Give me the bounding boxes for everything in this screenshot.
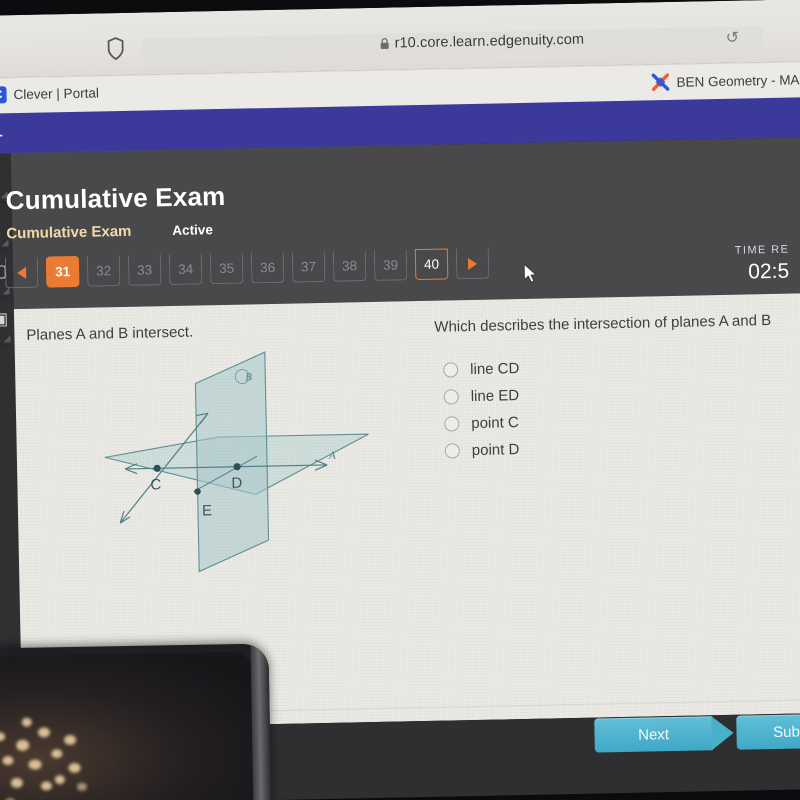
shield-icon[interactable] [106, 37, 124, 61]
time-remaining-value: 02:5 [748, 259, 790, 284]
answer-choice-list: line CD line ED point C point D [443, 355, 521, 465]
sidebar-item-notes[interactable]: ▣ [0, 297, 15, 347]
radio-button-icon[interactable] [443, 362, 459, 378]
point-label-c: C [150, 476, 161, 493]
answer-choice[interactable]: line ED [443, 382, 520, 411]
answer-choice[interactable]: point C [444, 409, 521, 438]
pager-prev-button[interactable] [4, 256, 39, 289]
corner-marker [3, 335, 11, 343]
question-pager: 31 32 33 34 35 36 37 38 39 40 [4, 247, 490, 289]
pager-page-39[interactable]: 39 [373, 249, 408, 281]
bookmark-ben-geometry[interactable]: BEN Geometry - MA311 [651, 70, 800, 91]
point-label-e: E [202, 502, 212, 519]
pager-page-36[interactable]: 36 [250, 251, 285, 284]
x-logo-icon [651, 73, 670, 91]
submit-button[interactable]: Submit [736, 713, 800, 750]
pager-page-32[interactable]: 32 [86, 255, 121, 287]
app-bar-badge: 1 [0, 123, 3, 141]
radio-button-icon[interactable] [444, 443, 460, 459]
phone-bezel [250, 643, 272, 800]
next-button[interactable]: Next [594, 716, 713, 753]
screenshot-root: r10.core.learn.edgenuity.com ↺ C Clever … [0, 0, 800, 800]
bookmark-clever[interactable]: C Clever | Portal [0, 84, 100, 104]
lock-icon [379, 37, 389, 49]
exam-status-badge: Active [172, 222, 214, 238]
pager-page-40[interactable]: 40 [414, 248, 449, 281]
pager-next-button[interactable] [455, 247, 490, 280]
triangle-right-icon [467, 257, 478, 270]
exam-header: Cumulative Exam Cumulative Exam Active T… [4, 136, 800, 310]
bookmark-label: BEN Geometry - MA311 [676, 71, 800, 90]
answer-choice-label: line ED [470, 387, 520, 406]
exam-subtitle: Cumulative Exam [6, 222, 132, 243]
question-prompt: Which describes the intersection of plan… [434, 311, 772, 336]
document-icon: ▣ [0, 309, 9, 329]
answer-choice[interactable]: point D [444, 436, 522, 465]
geometry-diagram: B A C D E [95, 342, 380, 588]
triangle-left-icon [17, 266, 27, 279]
answer-choice-label: point C [471, 414, 519, 433]
bookmark-label: Clever | Portal [13, 85, 100, 103]
pager-page-34[interactable]: 34 [168, 253, 203, 286]
next-button-arrow-icon [711, 715, 734, 751]
pager-page-37[interactable]: 37 [291, 250, 326, 283]
phone-screen-reflection [0, 651, 256, 800]
pager-page-35[interactable]: 35 [209, 252, 244, 285]
phone-foreground [0, 643, 272, 800]
pager-page-38[interactable]: 38 [332, 250, 367, 282]
answer-choice-label: line CD [470, 360, 520, 379]
answer-choice-label: point D [471, 441, 520, 460]
answer-choice[interactable]: line CD [443, 355, 520, 384]
page-title: Cumulative Exam [5, 180, 226, 216]
reload-icon[interactable]: ↺ [725, 30, 741, 47]
mouse-cursor-icon [523, 263, 539, 285]
question-stem: Planes A and B intersect. [26, 323, 194, 344]
radio-button-icon[interactable] [443, 389, 459, 405]
radio-button-icon[interactable] [444, 416, 460, 432]
pager-page-31[interactable]: 31 [45, 255, 80, 288]
time-remaining-label: TIME RE [734, 243, 790, 257]
clever-icon: C [0, 86, 7, 104]
point-label-d: D [231, 475, 242, 492]
pager-page-33[interactable]: 33 [127, 254, 162, 286]
plane-label-a: A [328, 450, 336, 462]
